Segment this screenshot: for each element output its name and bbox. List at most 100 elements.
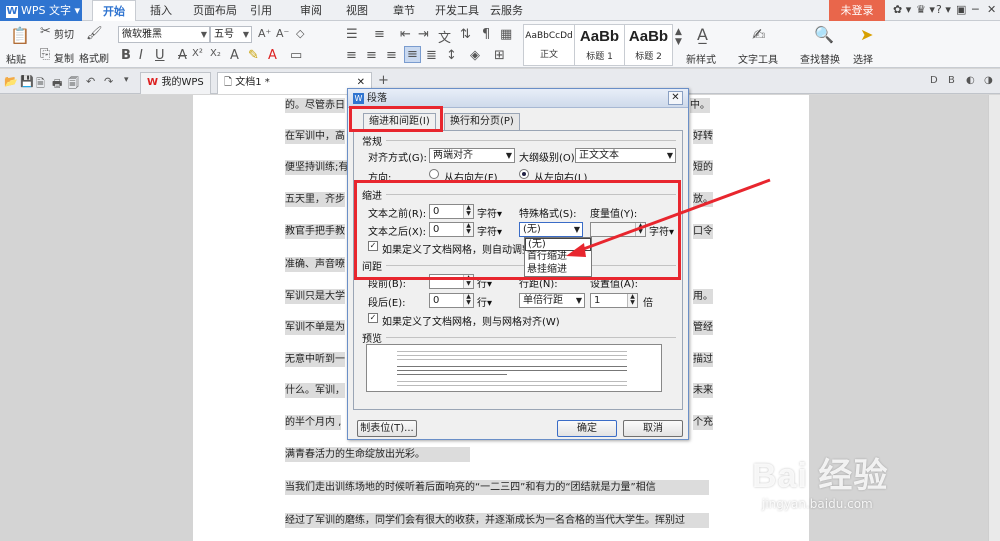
select-label[interactable]: 选择: [853, 51, 873, 66]
cut-icon[interactable]: ✂: [40, 24, 51, 39]
new-style-label[interactable]: 新样式: [686, 51, 716, 66]
doc-line: 军训只是大学: [285, 289, 345, 304]
close-window-icon[interactable]: ✕: [987, 3, 996, 16]
new-style-icon[interactable]: A̲: [697, 25, 708, 44]
chinese-layout-icon[interactable]: 文: [438, 27, 451, 46]
underline-icon[interactable]: U: [155, 48, 165, 63]
cut-label[interactable]: 剪切: [54, 26, 74, 41]
menu-developer[interactable]: 开发工具: [435, 0, 479, 21]
style-heading-2[interactable]: AaBb 标题 2: [625, 24, 673, 66]
style-heading-1[interactable]: AaBb 标题 1: [575, 24, 625, 66]
snap-to-grid-checkbox[interactable]: ✓: [368, 313, 378, 323]
menu-view[interactable]: 视图: [346, 0, 368, 21]
table-icon[interactable]: ▦: [500, 27, 512, 42]
copy-icon[interactable]: ⎘: [40, 47, 50, 62]
text-effect-icon[interactable]: A: [230, 48, 239, 63]
text-tools-label[interactable]: 文字工具: [738, 51, 778, 66]
menu-cloud[interactable]: 云服务: [490, 0, 523, 21]
shrink-font-icon[interactable]: A⁻: [276, 27, 289, 40]
minimize-icon[interactable]: ─: [972, 3, 979, 16]
redo-icon[interactable]: ↷: [104, 75, 113, 88]
panel-d-icon[interactable]: D: [930, 75, 938, 86]
tab-stops-button[interactable]: 制表位(T)...: [357, 420, 417, 437]
text-tools-icon[interactable]: ✍: [752, 25, 765, 44]
indent-decrease-icon[interactable]: ⇤: [400, 27, 411, 42]
highlight-icon[interactable]: ✎: [248, 48, 259, 63]
save-icon[interactable]: 💾: [20, 75, 34, 88]
help-icon[interactable]: ? ▾: [936, 3, 951, 16]
panel-b-icon[interactable]: B: [948, 75, 955, 86]
sort-icon[interactable]: ⇅: [460, 27, 471, 42]
spin-arrows-icon[interactable]: ▲ ▼: [463, 294, 473, 307]
shirt-icon[interactable]: ♛ ▾: [916, 3, 935, 16]
line-spacing-icon[interactable]: ↕: [446, 48, 457, 63]
align-right-icon[interactable]: ≡: [386, 48, 397, 63]
undo-icon[interactable]: ↶: [86, 75, 95, 88]
align-center-icon[interactable]: ≡: [366, 48, 377, 63]
quick-access-more-icon[interactable]: ▾: [124, 75, 129, 85]
format-painter-icon[interactable]: 🖌: [86, 26, 103, 41]
panel-d2-icon[interactable]: ◑: [984, 75, 993, 86]
bold-icon[interactable]: B: [121, 48, 131, 63]
cancel-button[interactable]: 取消: [623, 420, 683, 437]
grow-font-icon[interactable]: A⁺: [258, 27, 271, 40]
align-justify-icon[interactable]: ≡: [404, 46, 421, 63]
select-cursor-icon[interactable]: ➤: [860, 25, 873, 44]
numbered-list-icon[interactable]: ≡: [374, 27, 385, 42]
copy-label[interactable]: 复制: [54, 50, 74, 65]
spin-arrows-icon[interactable]: ▲ ▼: [627, 294, 637, 307]
find-replace-label[interactable]: 查找替换: [800, 51, 840, 66]
superscript-icon[interactable]: X²: [192, 48, 203, 59]
tab-my-wps[interactable]: W 我的WPS: [140, 72, 211, 94]
menu-section[interactable]: 章节: [393, 0, 415, 21]
tab-line-page-breaks[interactable]: 换行和分页(P): [444, 113, 520, 130]
align-left-icon[interactable]: ≡: [346, 48, 357, 63]
subscript-icon[interactable]: X₂: [210, 48, 221, 59]
indent-increase-icon[interactable]: ⇥: [418, 27, 429, 42]
line-spacing-select[interactable]: 单倍行距 ▼: [519, 293, 585, 308]
font-color-icon[interactable]: A: [268, 48, 277, 63]
align-select[interactable]: 两端对齐 ▼: [429, 148, 515, 163]
format-painter-label[interactable]: 格式刷: [79, 50, 109, 65]
open-icon[interactable]: 📂: [4, 75, 18, 88]
space-after-input[interactable]: 0 ▲ ▼: [429, 293, 474, 308]
menu-layout[interactable]: 页面布局: [193, 0, 237, 21]
ok-button[interactable]: 确定: [557, 420, 617, 437]
find-replace-icon[interactable]: 🔍: [814, 25, 834, 44]
bullet-list-icon[interactable]: ☰: [346, 27, 358, 42]
app-menu-button[interactable]: W WPS 文字 ▾: [0, 0, 82, 21]
border-icon[interactable]: ⊞: [494, 48, 505, 63]
new-tab-icon[interactable]: +: [378, 73, 389, 88]
italic-icon[interactable]: I: [139, 48, 143, 63]
shading-icon[interactable]: ◈: [470, 48, 480, 63]
space-after-unit[interactable]: 行▾: [477, 294, 492, 309]
style-normal[interactable]: AaBbCcDd 正文: [523, 24, 575, 66]
restore-icon[interactable]: ▣: [956, 3, 966, 16]
menu-home[interactable]: 开始: [92, 0, 136, 22]
menu-insert[interactable]: 插入: [150, 0, 172, 21]
rtl-radio[interactable]: [429, 169, 439, 179]
export-pdf-icon[interactable]: 🗎: [36, 75, 45, 94]
login-button[interactable]: 未登录: [829, 0, 885, 21]
font-name-combo[interactable]: 微软雅黑 ▼: [118, 26, 210, 43]
paste-icon[interactable]: 📋: [10, 26, 30, 45]
style-scroll-icon[interactable]: ▲ ▼: [675, 27, 682, 47]
dialog-close-button[interactable]: ✕: [668, 91, 683, 105]
paste-label[interactable]: 粘贴: [6, 51, 26, 66]
setting-value-input[interactable]: 1 ▲ ▼: [590, 293, 638, 308]
menu-review[interactable]: 审阅: [300, 0, 322, 21]
menu-references[interactable]: 引用: [250, 0, 272, 21]
panel-c-icon[interactable]: ◐: [966, 75, 975, 86]
print-icon[interactable]: 🖶: [52, 75, 62, 94]
skin-icon[interactable]: ✿ ▾: [893, 3, 911, 16]
clear-format-icon[interactable]: ◇: [296, 27, 304, 40]
ltr-radio[interactable]: [519, 169, 529, 179]
print-preview-icon[interactable]: 🗐: [68, 75, 79, 94]
distribute-icon[interactable]: ≣: [426, 48, 437, 63]
strikethrough-icon[interactable]: A: [178, 48, 187, 63]
setting-value-text: 1: [594, 295, 601, 306]
font-size-combo[interactable]: 五号 ▼: [210, 26, 252, 43]
show-marks-icon[interactable]: ¶: [482, 27, 490, 42]
outline-level-select[interactable]: 正文文本 ▼: [575, 148, 676, 163]
char-border-icon[interactable]: ▭: [290, 48, 302, 63]
